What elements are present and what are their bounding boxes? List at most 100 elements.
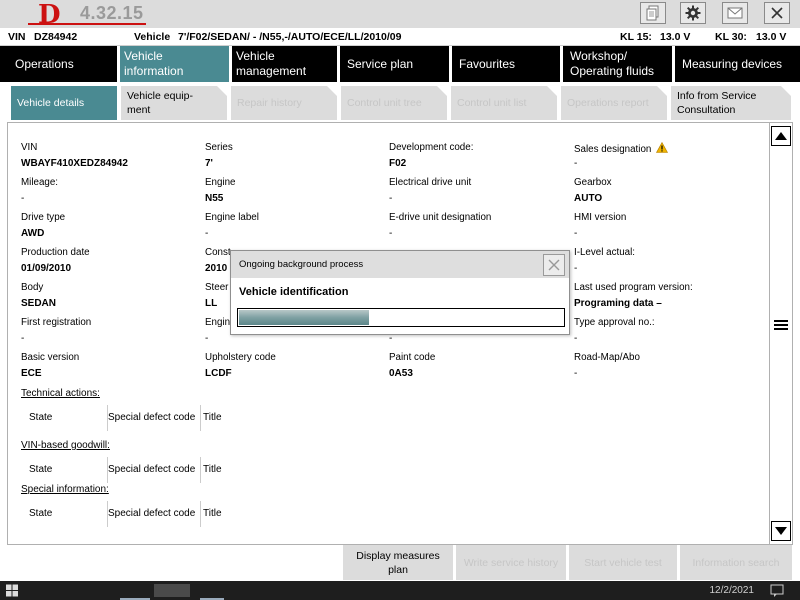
field-type-approval-no: Type approval no.: - bbox=[574, 317, 754, 344]
subtab-label: Vehicle details bbox=[17, 97, 85, 109]
subtab-repair-history[interactable]: Repair history bbox=[231, 86, 337, 120]
tab-label: Service plan bbox=[347, 56, 414, 71]
field-upholstery-code: Upholstery code LCDF bbox=[205, 352, 385, 379]
notification-icon[interactable] bbox=[770, 584, 784, 597]
arrow-down-icon bbox=[775, 527, 787, 535]
tab-notch bbox=[437, 86, 447, 96]
dialog-message: Vehicle identification bbox=[239, 286, 349, 298]
field-label: Steer bbox=[205, 282, 229, 293]
field-label: Mileage: bbox=[21, 177, 59, 188]
tab-operations[interactable]: Operations bbox=[11, 46, 120, 82]
field-value: 7' bbox=[205, 158, 213, 169]
subtab-vehicle-details[interactable]: Vehicle details bbox=[11, 86, 117, 120]
button-label: Display measures plan bbox=[356, 549, 440, 576]
display-measures-plan-button[interactable]: Display measures plan bbox=[343, 545, 453, 580]
field-label: Engine label bbox=[205, 212, 259, 223]
taskbar-app-active[interactable] bbox=[154, 584, 190, 597]
field-label: Sales designation bbox=[574, 144, 652, 155]
tab-notch bbox=[217, 86, 227, 96]
column-header-title: Title bbox=[203, 508, 222, 519]
field-gearbox: Gearbox AUTO bbox=[574, 177, 754, 204]
subtab-operations-report[interactable]: Operations report bbox=[561, 86, 667, 120]
gear-icon bbox=[685, 5, 701, 21]
section-title-vin-based-goodwill: VIN-based goodwill: bbox=[21, 440, 110, 451]
tab-favourites[interactable]: Favourites bbox=[455, 46, 563, 82]
kl30-label: KL 30: bbox=[715, 31, 747, 43]
field-value: WBAYF410XEDZ84942 bbox=[21, 158, 128, 169]
field-label: Upholstery code bbox=[205, 352, 276, 363]
field-value: AWD bbox=[21, 228, 45, 239]
field-value: - bbox=[389, 228, 393, 239]
field-label: Road-Map/Abo bbox=[574, 352, 640, 363]
document-icon bbox=[646, 5, 659, 21]
subtab-control-unit-tree[interactable]: Control unit tree bbox=[341, 86, 447, 120]
arrow-up-icon bbox=[775, 132, 787, 140]
subtab-label: Control unit list bbox=[457, 97, 527, 109]
field-value: - bbox=[574, 368, 578, 379]
scroll-up-button[interactable] bbox=[771, 126, 791, 146]
information-search-button[interactable]: Information search bbox=[680, 545, 792, 580]
column-header-title: Title bbox=[203, 412, 222, 423]
kl15-label: KL 15: bbox=[620, 31, 652, 43]
tab-notch bbox=[327, 86, 337, 96]
vertical-scrollbar[interactable] bbox=[769, 123, 792, 544]
write-service-history-button[interactable]: Write service history bbox=[456, 545, 566, 580]
document-button[interactable] bbox=[640, 2, 666, 24]
settings-button[interactable] bbox=[680, 2, 706, 24]
tab-service-plan[interactable]: Service plan bbox=[343, 46, 452, 82]
field-value: - bbox=[574, 158, 578, 169]
scroll-down-button[interactable] bbox=[771, 521, 791, 541]
mail-button[interactable] bbox=[722, 2, 748, 24]
subtab-control-unit-list[interactable]: Control unit list bbox=[451, 86, 557, 120]
field-value: LCDF bbox=[205, 368, 232, 379]
field-value: N55 bbox=[205, 193, 224, 204]
vehicle-value: 7'/F02/SEDAN/ - /N55,-/AUTO/ECE/LL/2010/… bbox=[178, 31, 402, 43]
title-bar: D 4.32.15 bbox=[0, 0, 800, 30]
tab-label: Operations bbox=[15, 56, 74, 71]
version-label: 4.32.15 bbox=[80, 3, 144, 23]
taskbar-clock[interactable]: 12/2/2021 bbox=[710, 585, 755, 596]
windows-taskbar: 12/2/2021 bbox=[0, 581, 800, 600]
field-basic-version: Basic version ECE bbox=[21, 352, 201, 379]
field-label: Body bbox=[21, 282, 44, 293]
main-tab-bar: Operations Vehicle information Vehicle m… bbox=[0, 46, 800, 82]
subtab-info-from-service-consultation[interactable]: Info from Service Consultation bbox=[671, 86, 791, 120]
scroll-grip-icon[interactable] bbox=[774, 320, 788, 330]
field-value: - bbox=[205, 228, 209, 239]
field-last-used-program-version: Last used program version: Programing da… bbox=[574, 282, 754, 309]
button-label: Information search bbox=[692, 556, 780, 569]
field-value: 2010 . bbox=[205, 263, 231, 274]
subtab-vehicle-equipment[interactable]: Vehicle equip- ment bbox=[121, 86, 227, 120]
column-header-special-defect-code: Special defect code bbox=[108, 501, 201, 527]
column-header-state: State bbox=[29, 501, 108, 527]
dialog-header: Ongoing background process bbox=[231, 251, 569, 278]
warning-icon[interactable] bbox=[656, 141, 669, 153]
field-value: - bbox=[574, 263, 578, 274]
close-button[interactable] bbox=[764, 2, 790, 24]
field-label: Basic version bbox=[21, 352, 80, 363]
field-label: Series bbox=[205, 142, 233, 153]
tab-workshop-operating-fluids[interactable]: Workshop/ Operating fluids bbox=[566, 46, 675, 82]
tab-measuring-devices[interactable]: Measuring devices bbox=[678, 46, 800, 82]
tab-vehicle-management[interactable]: Vehicle management bbox=[232, 46, 340, 82]
tab-label: Vehicle management bbox=[236, 49, 307, 78]
column-header-state: State bbox=[29, 457, 108, 483]
field-first-registration: First registration - bbox=[21, 317, 201, 344]
tab-label: Vehicle information bbox=[124, 49, 184, 78]
field-value: 0A53 bbox=[389, 368, 413, 379]
kl30-value: 13.0 V bbox=[756, 31, 787, 43]
field-engine-secondary: Engin - bbox=[205, 317, 231, 344]
start-vehicle-test-button[interactable]: Start vehicle test bbox=[569, 545, 677, 580]
column-header-special-defect-code: Special defect code bbox=[108, 405, 201, 431]
windows-start-icon[interactable] bbox=[6, 584, 18, 597]
tab-vehicle-information[interactable]: Vehicle information bbox=[120, 46, 232, 82]
field-label: Development code: bbox=[389, 142, 474, 153]
field-label: VIN bbox=[21, 142, 38, 153]
dialog-close-button[interactable] bbox=[543, 254, 565, 276]
column-header-special-defect-code: Special defect code bbox=[108, 457, 201, 483]
subtab-label: Control unit tree bbox=[347, 97, 422, 109]
vehicle-label: Vehicle bbox=[134, 31, 171, 43]
field-engine-label: Engine label - bbox=[205, 212, 385, 239]
column-header-state: State bbox=[29, 405, 108, 431]
button-label: Start vehicle test bbox=[584, 556, 662, 569]
